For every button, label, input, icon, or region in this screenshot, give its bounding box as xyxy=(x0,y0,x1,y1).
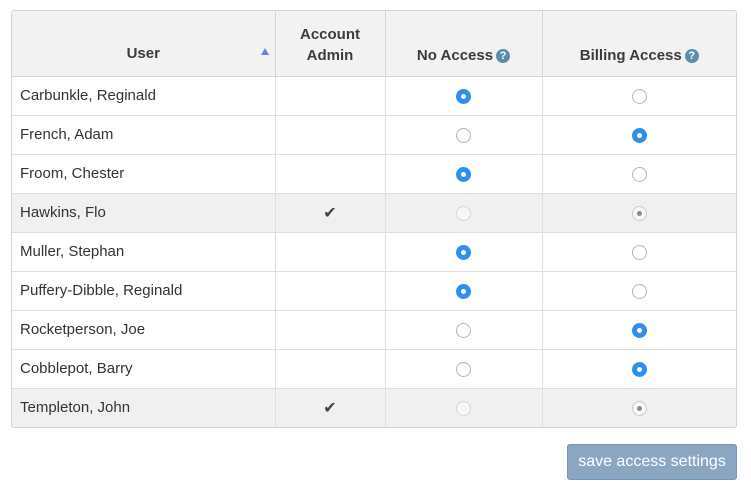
billing-access-cell xyxy=(542,154,736,194)
table-header-row: User Account Admin No Access? Billing Ac… xyxy=(12,11,736,77)
no-access-radio[interactable] xyxy=(456,127,471,143)
user-name: Templeton, John xyxy=(12,388,276,427)
table-row: Hawkins, Flo ✔ xyxy=(12,193,736,233)
account-admin-cell: ✔ xyxy=(275,388,386,427)
save-access-settings-button[interactable]: save access settings xyxy=(567,444,737,480)
user-name: Rocketperson, Joe xyxy=(12,310,276,350)
table-row: Templeton, John ✔ xyxy=(12,388,736,427)
no-access-radio[interactable] xyxy=(456,166,471,182)
billing-access-radio[interactable] xyxy=(631,166,647,182)
column-header-no-access: No Access? xyxy=(385,11,543,77)
user-name: Muller, Stephan xyxy=(12,232,276,272)
column-header-user[interactable]: User xyxy=(12,11,276,77)
account-admin-cell: ✔ xyxy=(275,193,386,233)
table-row: Cobblepot, Barry xyxy=(12,349,736,389)
column-header-user-label: User xyxy=(126,44,160,62)
user-name: Hawkins, Flo xyxy=(12,193,276,233)
billing-access-radio[interactable] xyxy=(631,283,647,299)
table-row: Rocketperson, Joe xyxy=(12,310,736,350)
column-header-no-access-label: No Access xyxy=(416,46,494,64)
account-admin-cell xyxy=(275,76,386,116)
checkmark-icon: ✔ xyxy=(323,399,337,417)
column-header-billing-access-label: Billing Access xyxy=(579,46,682,64)
billing-access-radio[interactable] xyxy=(631,361,647,377)
table-row: French, Adam xyxy=(12,115,736,155)
column-header-account-admin-line1: Account xyxy=(300,25,360,43)
billing-access-cell xyxy=(542,76,736,116)
access-settings-table: User Account Admin No Access? Billing Ac… xyxy=(11,10,737,428)
billing-access-radio[interactable] xyxy=(631,244,647,260)
no-access-radio xyxy=(456,400,471,416)
billing-access-radio xyxy=(631,400,647,416)
help-icon[interactable]: ? xyxy=(684,48,699,63)
column-header-account-admin-line2: Admin xyxy=(306,46,354,64)
user-name: Puffery-Dibble, Reginald xyxy=(12,271,276,311)
billing-access-cell xyxy=(542,310,736,350)
account-admin-cell xyxy=(275,349,386,389)
billing-access-radio[interactable] xyxy=(631,322,647,338)
table-row: Muller, Stephan xyxy=(12,232,736,272)
no-access-cell xyxy=(385,271,543,311)
no-access-cell xyxy=(385,349,543,389)
column-header-account-admin: Account Admin xyxy=(275,11,386,77)
no-access-radio[interactable] xyxy=(456,322,471,338)
billing-access-cell xyxy=(542,349,736,389)
sort-ascending-icon[interactable] xyxy=(260,48,269,55)
billing-access-cell xyxy=(542,271,736,311)
no-access-radio[interactable] xyxy=(456,283,471,299)
account-admin-cell xyxy=(275,271,386,311)
no-access-cell xyxy=(385,115,543,155)
user-name: Froom, Chester xyxy=(12,154,276,194)
no-access-radio[interactable] xyxy=(456,244,471,260)
column-header-billing-access: Billing Access? xyxy=(542,11,736,77)
user-name: Cobblepot, Barry xyxy=(12,349,276,389)
no-access-radio xyxy=(456,205,471,221)
checkmark-icon: ✔ xyxy=(323,204,337,222)
no-access-cell xyxy=(385,193,543,233)
table-row: Carbunkle, Reginald xyxy=(12,76,736,116)
no-access-cell xyxy=(385,388,543,427)
billing-access-radio[interactable] xyxy=(631,127,647,143)
no-access-radio[interactable] xyxy=(456,88,471,104)
billing-access-cell xyxy=(542,388,736,427)
billing-access-cell xyxy=(542,115,736,155)
help-icon[interactable]: ? xyxy=(496,48,511,63)
table-row: Puffery-Dibble, Reginald xyxy=(12,271,736,311)
billing-access-radio[interactable] xyxy=(631,88,647,104)
no-access-radio[interactable] xyxy=(456,361,471,377)
no-access-cell xyxy=(385,232,543,272)
no-access-cell xyxy=(385,310,543,350)
account-admin-cell xyxy=(275,232,386,272)
billing-access-radio xyxy=(631,205,647,221)
no-access-cell xyxy=(385,154,543,194)
no-access-cell xyxy=(385,76,543,116)
table-row: Froom, Chester xyxy=(12,154,736,194)
account-admin-cell xyxy=(275,154,386,194)
billing-access-cell xyxy=(542,232,736,272)
billing-access-cell xyxy=(542,193,736,233)
account-admin-cell xyxy=(275,115,386,155)
account-admin-cell xyxy=(275,310,386,350)
user-name: Carbunkle, Reginald xyxy=(12,76,276,116)
user-name: French, Adam xyxy=(12,115,276,155)
